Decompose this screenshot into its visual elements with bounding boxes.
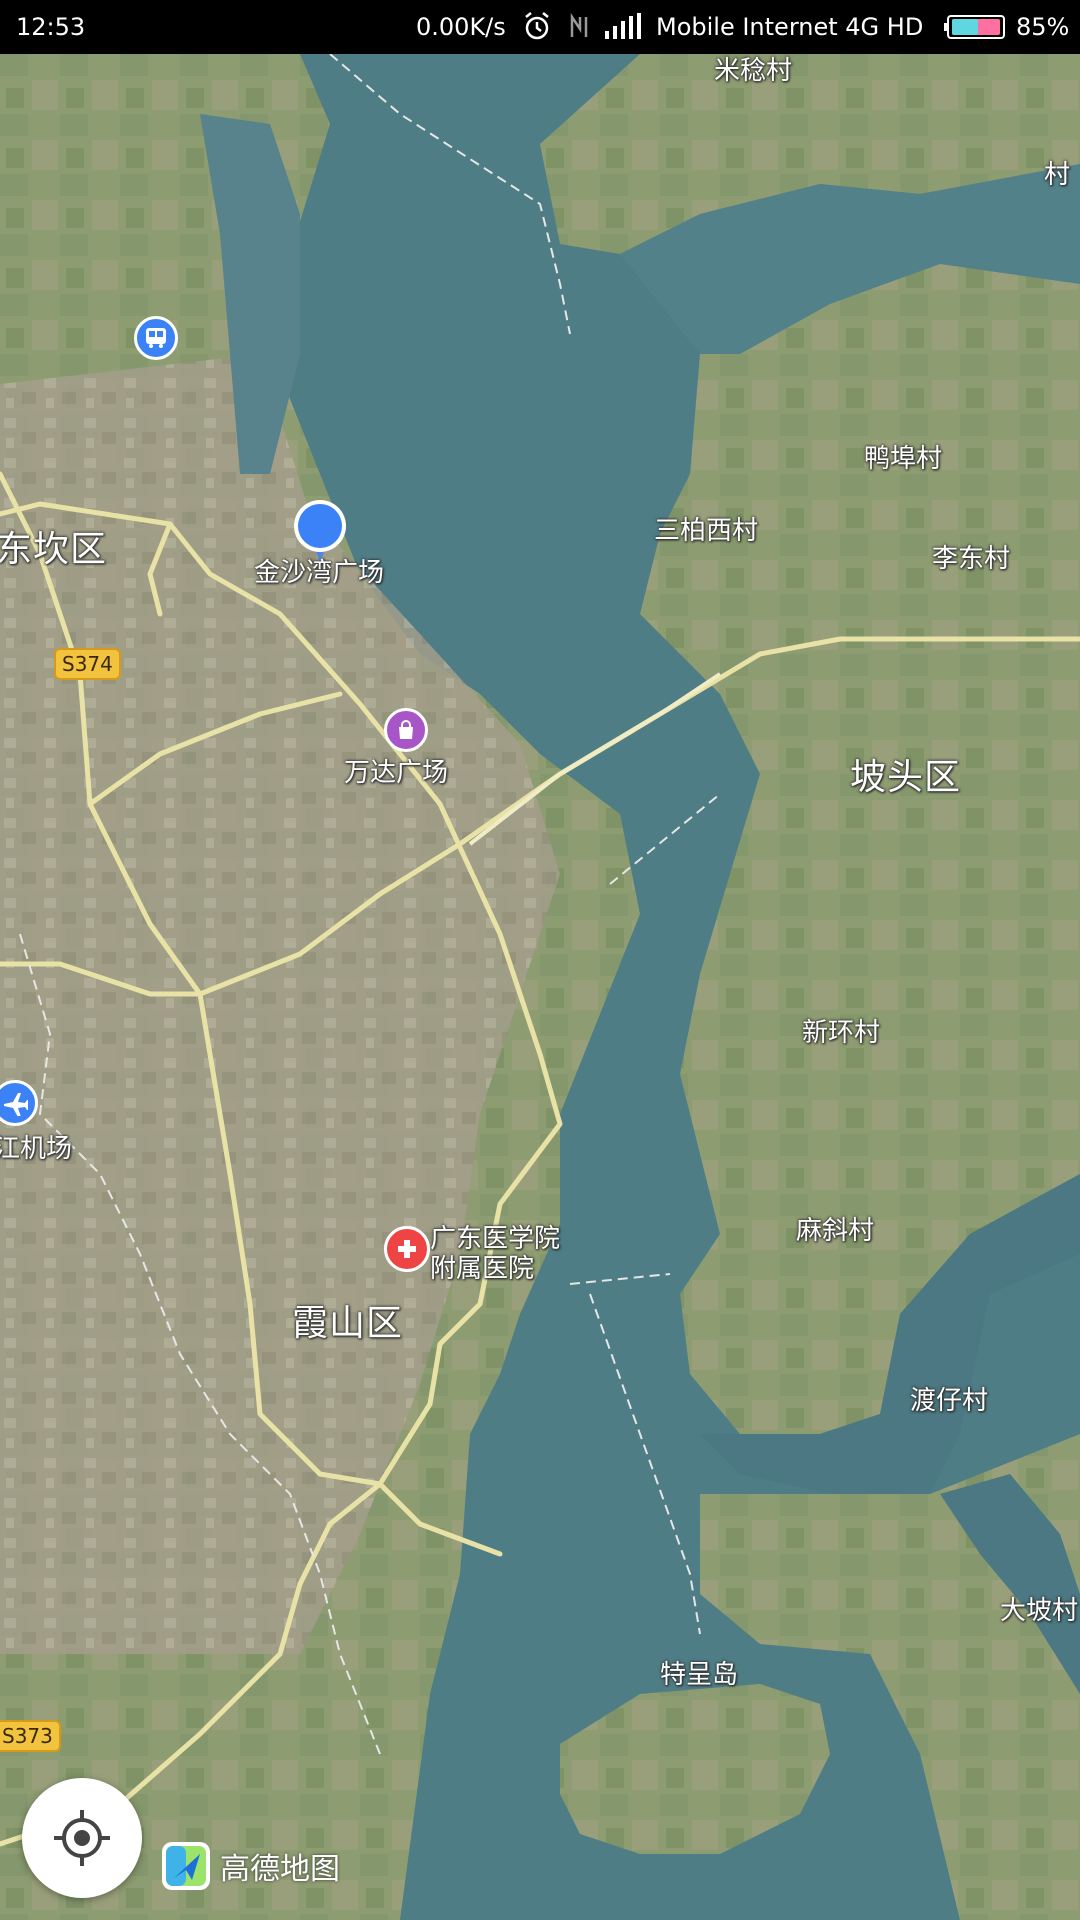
- district-label-xiashan: 霞山区: [292, 1303, 404, 1344]
- place-label-tehuang: 特呈岛: [660, 1660, 739, 1690]
- place-label-yabu: 鸭埠村: [864, 444, 943, 474]
- district-label-dongkan: 东坎区: [0, 529, 108, 570]
- signal-icon: [604, 13, 642, 47]
- place-label-maxie: 麻斜村: [796, 1216, 875, 1246]
- app-brand: 高德地图: [160, 1840, 340, 1892]
- network-type: Mobile Internet 4G HD: [656, 13, 924, 41]
- satellite-map[interactable]: 米稔村 村 鸭埠村 三柏西村 李东村 东坎区 金沙湾广场 万达广场 坡头区 新环…: [0, 54, 1080, 1920]
- nfc-icon: [566, 12, 594, 47]
- amap-logo-icon: [162, 1842, 210, 1890]
- current-location-marker: [290, 496, 350, 566]
- hospital-cross-icon[interactable]: [384, 1226, 430, 1272]
- place-label-dapo: 大坡村: [1000, 1596, 1079, 1626]
- battery-icon: [944, 13, 1008, 47]
- battery-percent: 85%: [1016, 13, 1070, 41]
- network-speed: 0.00K/s: [416, 13, 506, 41]
- place-label-lidong: 李东村: [932, 544, 1011, 574]
- crosshair-icon: [54, 1810, 110, 1866]
- place-label-micong: 米稔村: [714, 56, 793, 86]
- alarm-icon: [522, 11, 552, 47]
- poi-label-wanda: 万达广场: [344, 758, 449, 788]
- place-label-sanbaixi: 三柏西村: [654, 516, 759, 546]
- highway-badge-s373: S373: [0, 1720, 61, 1752]
- district-label-potou: 坡头区: [850, 757, 962, 798]
- highway-badge-s374: S374: [54, 648, 121, 680]
- status-time: 12:53: [16, 13, 86, 41]
- status-bar: 12:53 0.00K/s Mobile Internet 4G HD 85%: [0, 0, 1080, 54]
- poi-label-airport: 江机场: [0, 1134, 73, 1164]
- locate-me-button[interactable]: [22, 1778, 142, 1898]
- place-label-cun-edge: 村: [1044, 160, 1071, 190]
- place-label-duzai: 渡仔村: [910, 1386, 989, 1416]
- place-label-xinhuan: 新环村: [802, 1018, 881, 1048]
- poi-label-hospital-line2: 附属医院: [430, 1254, 535, 1284]
- app-name: 高德地图: [220, 1852, 340, 1887]
- shopping-bag-icon[interactable]: [384, 708, 428, 752]
- bus-station-icon[interactable]: [134, 316, 178, 360]
